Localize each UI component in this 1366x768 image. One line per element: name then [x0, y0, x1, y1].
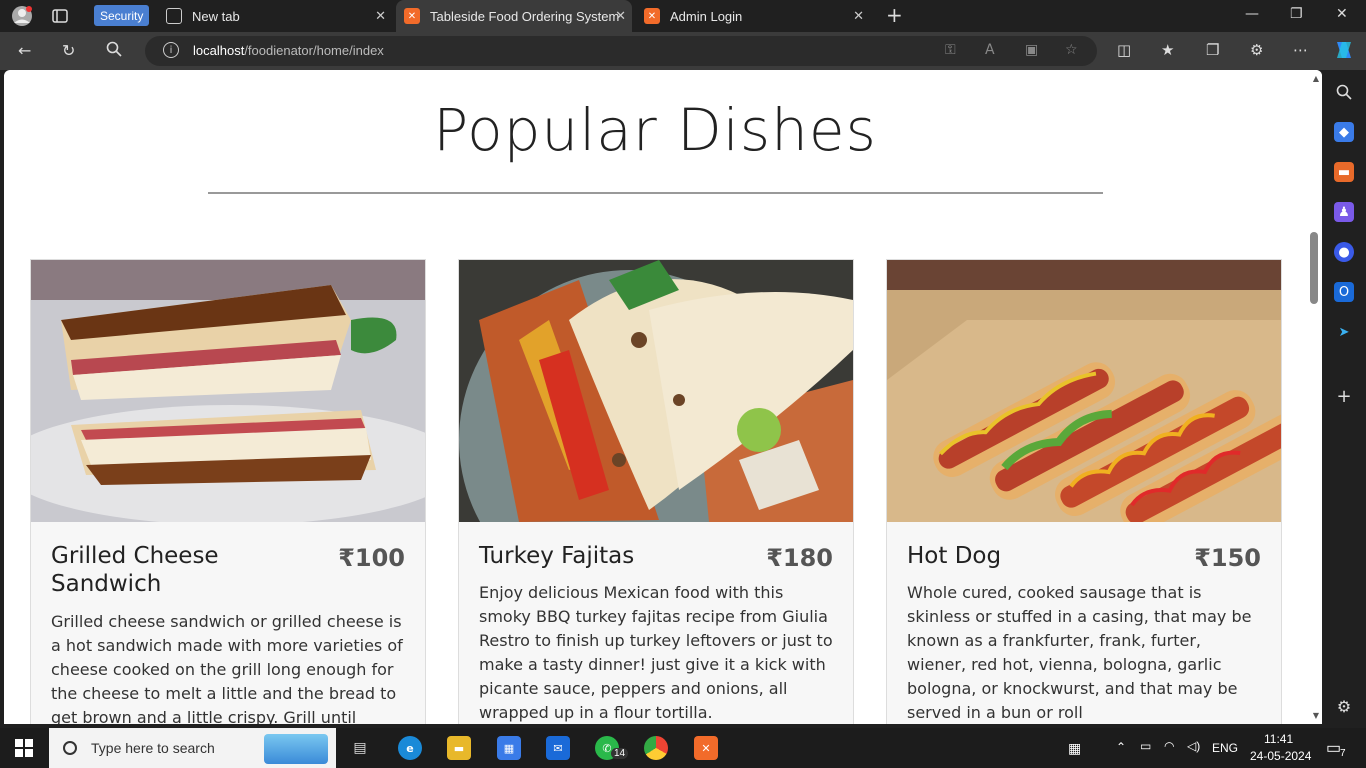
mail-icon[interactable]: ✉	[546, 736, 570, 760]
favorite-icon[interactable]: ☆	[1065, 42, 1078, 58]
taskbar-search[interactable]: Type here to search	[49, 728, 336, 768]
page-title: Popular Dishes	[433, 96, 877, 164]
back-icon[interactable]: ←	[18, 41, 31, 60]
search-icon	[63, 741, 77, 755]
copilot-sidebar-icon[interactable]: ●	[1334, 242, 1354, 262]
show-hidden-icons-icon[interactable]: ⌃	[1116, 740, 1126, 754]
browser-sidebar: ◆ ▬ ♟ ● O ➤ + ⚙	[1322, 70, 1366, 724]
restore-button[interactable]: ❐	[1290, 6, 1303, 22]
dish-description: Whole cured, cooked sausage that is skin…	[907, 583, 1252, 722]
city-illustration-icon	[264, 734, 328, 764]
dish-card[interactable]: Turkey Fajitas ₹180 Enjoy delicious Mexi…	[458, 259, 854, 724]
settings-icon[interactable]: ⚙	[1334, 696, 1354, 716]
search-icon[interactable]	[106, 41, 122, 61]
browser-tab-bar: Security New tab ✕ ✕ Tableside Food Orde…	[0, 0, 1366, 32]
close-icon[interactable]: ✕	[615, 8, 626, 24]
key-icon[interactable]: ⚿	[945, 42, 956, 58]
xampp-icon: ✕	[404, 8, 420, 24]
refresh-icon[interactable]: ↻	[62, 41, 75, 60]
games-icon[interactable]: ♟	[1334, 202, 1354, 222]
url-text[interactable]: localhost/foodienator/home/index	[193, 43, 384, 58]
dish-image-grilled-cheese	[31, 260, 425, 522]
tools-icon[interactable]: ▬	[1334, 162, 1354, 182]
copilot-icon[interactable]	[1332, 38, 1356, 66]
taskbar-search-placeholder: Type here to search	[91, 740, 215, 756]
close-icon[interactable]: ✕	[375, 8, 386, 24]
web-page-viewport: Popular Dishes Grilled Cheese Sandwich ₹…	[4, 70, 1322, 724]
more-options-icon[interactable]: ⋯	[1293, 41, 1308, 59]
tab-title: Tableside Food Ordering System	[430, 8, 620, 24]
dish-price: ₹180	[766, 544, 833, 572]
tab-tableside[interactable]: ✕ Tableside Food Ordering System ✕	[396, 0, 632, 32]
address-bar[interactable]: i localhost/foodienator/home/index ⚿ A ▣…	[145, 36, 1097, 66]
notification-count: 7	[1340, 748, 1346, 759]
dish-name: Turkey Fajitas	[479, 543, 635, 569]
store-icon[interactable]: ▦	[497, 736, 521, 760]
clock-time[interactable]: 11:41	[1264, 732, 1293, 746]
tab-actions-icon[interactable]	[48, 4, 72, 28]
dish-card[interactable]: Hot Dog ₹150 Whole cured, cooked sausage…	[886, 259, 1282, 724]
search-icon[interactable]	[1334, 82, 1354, 102]
dish-description: Enjoy delicious Mexican food with this s…	[479, 583, 833, 722]
scroll-up-arrow-icon[interactable]: ▲	[1313, 74, 1319, 83]
app-icon[interactable]: ▣	[1025, 42, 1038, 58]
dish-description: Grilled cheese sandwich or grilled chees…	[51, 612, 403, 724]
keyboard-icon[interactable]: ▦	[1068, 740, 1081, 757]
dish-name: Hot Dog	[907, 543, 1002, 569]
favorites-icon[interactable]: ★	[1161, 41, 1174, 59]
dish-price: ₹100	[338, 544, 405, 572]
dish-card[interactable]: Grilled Cheese Sandwich ₹100 Grilled che…	[30, 259, 426, 724]
dish-image-turkey-fajitas	[459, 260, 853, 522]
collections-icon[interactable]: ❐	[1206, 41, 1219, 59]
close-icon[interactable]: ✕	[853, 8, 864, 24]
wifi-icon[interactable]: ◠	[1164, 739, 1174, 753]
new-tab-icon	[166, 8, 182, 24]
scrollbar-thumb[interactable]	[1310, 232, 1318, 304]
xampp-icon[interactable]: ✕	[694, 736, 718, 760]
task-view-icon[interactable]: ▤	[348, 736, 372, 760]
volume-icon[interactable]: ◁)	[1187, 739, 1200, 753]
security-badge[interactable]: Security	[94, 5, 150, 26]
tab-new-tab[interactable]: New tab ✕	[158, 0, 392, 32]
edge-icon[interactable]: e	[398, 736, 422, 760]
clock-date[interactable]: 24-05-2024	[1250, 749, 1311, 763]
read-aloud-icon[interactable]: A	[985, 42, 995, 58]
notification-icon[interactable]: ▭	[1326, 738, 1341, 758]
address-toolbar: ← ↻ i localhost/foodienator/home/index ⚿…	[0, 32, 1366, 70]
telegram-icon[interactable]: ➤	[1334, 322, 1354, 342]
dish-price: ₹150	[1194, 544, 1261, 572]
extensions-icon[interactable]: ⚙	[1250, 41, 1263, 59]
whatsapp-badge: 14	[611, 748, 629, 759]
site-info-icon[interactable]: i	[163, 42, 179, 58]
dish-image-hot-dog	[887, 260, 1281, 522]
file-explorer-icon[interactable]: ▬	[447, 736, 471, 760]
new-tab-button[interactable]: +	[886, 3, 903, 27]
tab-title: Admin Login	[670, 8, 743, 24]
tab-admin-login[interactable]: ✕ Admin Login ✕	[636, 0, 870, 32]
chrome-icon[interactable]	[644, 736, 668, 760]
minimize-button[interactable]: —	[1245, 6, 1259, 22]
page-scrollbar[interactable]: ▲ ▼	[1306, 70, 1322, 724]
battery-icon[interactable]: ▭	[1140, 739, 1151, 753]
scroll-down-arrow-icon[interactable]: ▼	[1313, 711, 1319, 720]
language-indicator[interactable]: ENG	[1212, 741, 1238, 755]
windows-taskbar: Type here to search ▤ e ▬ ▦ ✉ ✆ 14 ✕ ▦ ⌃…	[0, 728, 1366, 768]
outlook-icon[interactable]: O	[1334, 282, 1354, 302]
split-screen-icon[interactable]: ◫	[1117, 41, 1131, 59]
tab-title: New tab	[192, 8, 240, 24]
dish-name: Grilled Cheese Sandwich	[51, 543, 219, 597]
shopping-tag-icon[interactable]: ◆	[1334, 122, 1354, 142]
xampp-icon: ✕	[644, 8, 660, 24]
close-window-button[interactable]: ✕	[1336, 6, 1348, 22]
profile-avatar-icon[interactable]	[10, 4, 34, 28]
windows-start-icon[interactable]	[12, 736, 36, 760]
add-sidebar-icon[interactable]: +	[1334, 386, 1354, 407]
title-divider	[208, 192, 1103, 194]
